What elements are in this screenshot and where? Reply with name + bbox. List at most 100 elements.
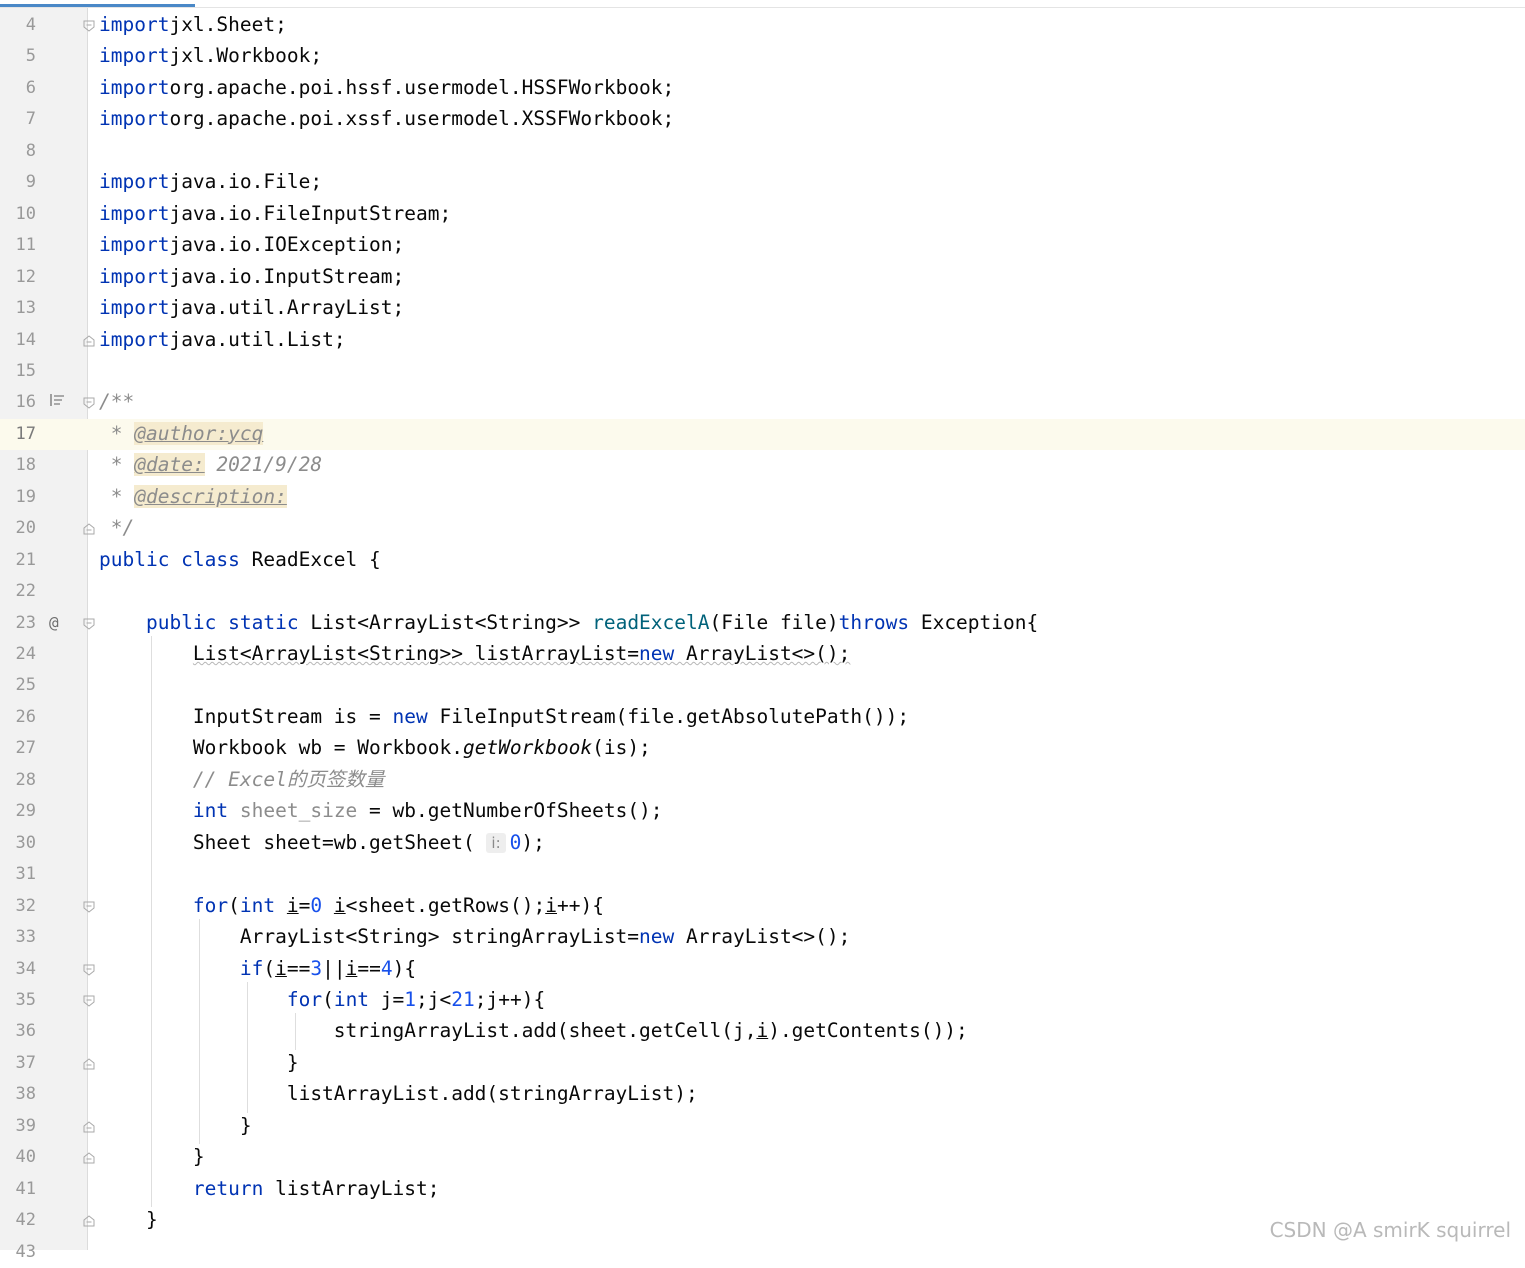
annotation-at-icon[interactable]: @: [49, 613, 59, 633]
code-text[interactable]: importorg.apache.poi.hssf.usermodel.HSSF…: [99, 75, 674, 101]
code-text[interactable]: Workbook wb = Workbook.getWorkbook(is);: [99, 735, 651, 761]
code-text[interactable]: importjava.io.FileInputStream;: [99, 201, 451, 227]
code-line[interactable]: 29 int sheet_size = wb.getNumberOfSheets…: [0, 796, 1525, 827]
fold-open-icon[interactable]: [83, 995, 95, 1007]
code-text[interactable]: // Excel的页签数量: [99, 767, 384, 793]
fold-close-icon[interactable]: [83, 1152, 95, 1164]
fold-open-icon[interactable]: [83, 397, 95, 410]
code-line[interactable]: 13 importjava.util.ArrayList;: [0, 293, 1525, 324]
code-line[interactable]: 38 listArrayList.add(stringArrayList);: [0, 1079, 1525, 1110]
fold-open-icon[interactable]: [83, 901, 95, 913]
code-text[interactable]: public class ReadExcel {: [99, 547, 381, 573]
code-text[interactable]: listArrayList.add(stringArrayList);: [99, 1081, 698, 1107]
line-number: 13: [15, 298, 36, 319]
fold-close-icon[interactable]: [83, 334, 95, 347]
code-line[interactable]: 32 for(int i=0 i<sheet.getRows();i++){: [0, 891, 1525, 922]
code-text[interactable]: int sheet_size = wb.getNumberOfSheets();: [99, 798, 663, 824]
fold-open-icon[interactable]: [83, 20, 95, 32]
code-text[interactable]: * @author:ycq: [99, 421, 264, 447]
code-line[interactable]: 8: [0, 136, 1525, 167]
code-text[interactable]: ArrayList<String> stringArrayList=new Ar…: [99, 924, 851, 950]
code-token: public class: [99, 547, 240, 571]
code-text[interactable]: importjava.util.List;: [99, 327, 346, 353]
code-token: ArrayList<>();: [674, 642, 851, 665]
code-line[interactable]: 39 }: [0, 1111, 1525, 1142]
code-line[interactable]: 18 * @date: 2021/9/28: [0, 450, 1525, 481]
code-text[interactable]: }: [99, 1207, 158, 1233]
code-text[interactable]: InputStream is = new FileInputStream(fil…: [99, 704, 909, 730]
code-line[interactable]: 22: [0, 576, 1525, 607]
code-line[interactable]: 11 importjava.io.IOException;: [0, 230, 1525, 261]
code-text[interactable]: for(int j=1;j<21;j++){: [99, 987, 545, 1013]
code-line[interactable]: 17 * @author:ycq: [0, 418, 1525, 450]
code-token: import: [99, 327, 170, 351]
code-line[interactable]: 9 importjava.io.File;: [0, 167, 1525, 198]
line-number: 20: [15, 518, 36, 539]
rendered-doc-icon[interactable]: [49, 392, 65, 412]
code-line[interactable]: 36 stringArrayList.add(sheet.getCell(j,i…: [0, 1016, 1525, 1047]
code-text[interactable]: Sheet sheet=wb.getSheet( i: 0);: [99, 830, 545, 856]
code-line[interactable]: 41 return listArrayList;: [0, 1174, 1525, 1205]
code-line[interactable]: 34 if(i==3||i==4){: [0, 954, 1525, 985]
code-token: i: [286, 893, 299, 917]
code-text[interactable]: importjava.util.ArrayList;: [99, 295, 404, 321]
code-line[interactable]: 14 importjava.util.List;: [0, 325, 1525, 356]
code-text[interactable]: public static List<ArrayList<String>> re…: [99, 610, 1038, 636]
fold-close-icon[interactable]: [83, 1121, 95, 1133]
code-line[interactable]: 4 importjxl.Sheet;: [0, 10, 1525, 41]
code-line[interactable]: 20 */: [0, 513, 1525, 544]
code-line[interactable]: 21 public class ReadExcel {: [0, 545, 1525, 576]
fold-close-icon[interactable]: [83, 1058, 95, 1070]
code-token: ;j++){: [474, 987, 546, 1011]
code-line[interactable]: 23 public static List<ArrayList<String>>…: [0, 608, 1525, 639]
code-line[interactable]: 35 for(int j=1;j<21;j++){: [0, 985, 1525, 1016]
code-text[interactable]: * @date: 2021/9/28: [99, 452, 322, 478]
code-line[interactable]: 19 * @description:: [0, 482, 1525, 513]
code-token: @author:ycq: [134, 421, 264, 445]
code-text[interactable]: importorg.apache.poi.xssf.usermodel.XSSF…: [99, 106, 674, 132]
code-text[interactable]: if(i==3||i==4){: [99, 956, 416, 982]
code-line[interactable]: 30 Sheet sheet=wb.getSheet( i: 0);: [0, 828, 1525, 859]
code-line[interactable]: 31: [0, 859, 1525, 890]
code-line[interactable]: 26 InputStream is = new FileInputStream(…: [0, 702, 1525, 733]
code-text[interactable]: importjxl.Workbook;: [99, 43, 322, 69]
code-text[interactable]: importjava.io.InputStream;: [99, 264, 404, 290]
fold-close-icon[interactable]: [83, 523, 95, 535]
code-line[interactable]: 5 importjxl.Workbook;: [0, 41, 1525, 72]
code-token: int: [239, 893, 276, 917]
code-token: getWorkbook: [462, 736, 593, 760]
line-number: 19: [15, 486, 36, 507]
code-line[interactable]: 27 Workbook wb = Workbook.getWorkbook(is…: [0, 733, 1525, 764]
code-line[interactable]: 12 importjava.io.InputStream;: [0, 262, 1525, 293]
fold-open-icon[interactable]: [83, 964, 95, 976]
code-line[interactable]: 33 ArrayList<String> stringArrayList=new…: [0, 922, 1525, 953]
code-text[interactable]: importjava.io.File;: [99, 169, 322, 195]
code-line[interactable]: 10 importjava.io.FileInputStream;: [0, 199, 1525, 230]
code-text[interactable]: stringArrayList.add(sheet.getCell(j,i).g…: [99, 1018, 968, 1044]
code-line[interactable]: 6 importorg.apache.poi.hssf.usermodel.HSS…: [0, 73, 1525, 104]
code-text[interactable]: List<ArrayList<String>> listArrayList=ne…: [99, 641, 850, 667]
code-text[interactable]: for(int i=0 i<sheet.getRows();i++){: [99, 893, 604, 919]
code-editor[interactable]: 4 importjxl.Sheet; 5 importjxl.Workbook; 6 im…: [0, 8, 1525, 1262]
code-text[interactable]: */: [99, 515, 135, 541]
code-line[interactable]: 40 }: [0, 1142, 1525, 1173]
fold-close-icon[interactable]: [83, 1215, 95, 1227]
fold-open-icon[interactable]: [83, 618, 95, 630]
code-line[interactable]: 37 }: [0, 1048, 1525, 1079]
code-line[interactable]: 7 importorg.apache.poi.xssf.usermodel.XSS…: [0, 104, 1525, 135]
code-line[interactable]: 16 /**: [0, 387, 1525, 418]
code-line[interactable]: 28 // Excel的页签数量: [0, 765, 1525, 796]
code-text[interactable]: /**: [99, 389, 134, 415]
code-token: for: [192, 893, 229, 917]
code-text[interactable]: importjxl.Sheet;: [99, 12, 287, 38]
line-number: 12: [15, 266, 36, 287]
code-line[interactable]: 24 List<ArrayList<String>> listArrayList…: [0, 639, 1525, 670]
code-line[interactable]: 25: [0, 670, 1525, 701]
code-line[interactable]: 15: [0, 356, 1525, 387]
active-tab-indicator[interactable]: [0, 4, 195, 7]
code-text[interactable]: * @description:: [99, 484, 287, 510]
code-text[interactable]: }: [99, 1113, 252, 1139]
code-text[interactable]: importjava.io.IOException;: [99, 232, 404, 258]
